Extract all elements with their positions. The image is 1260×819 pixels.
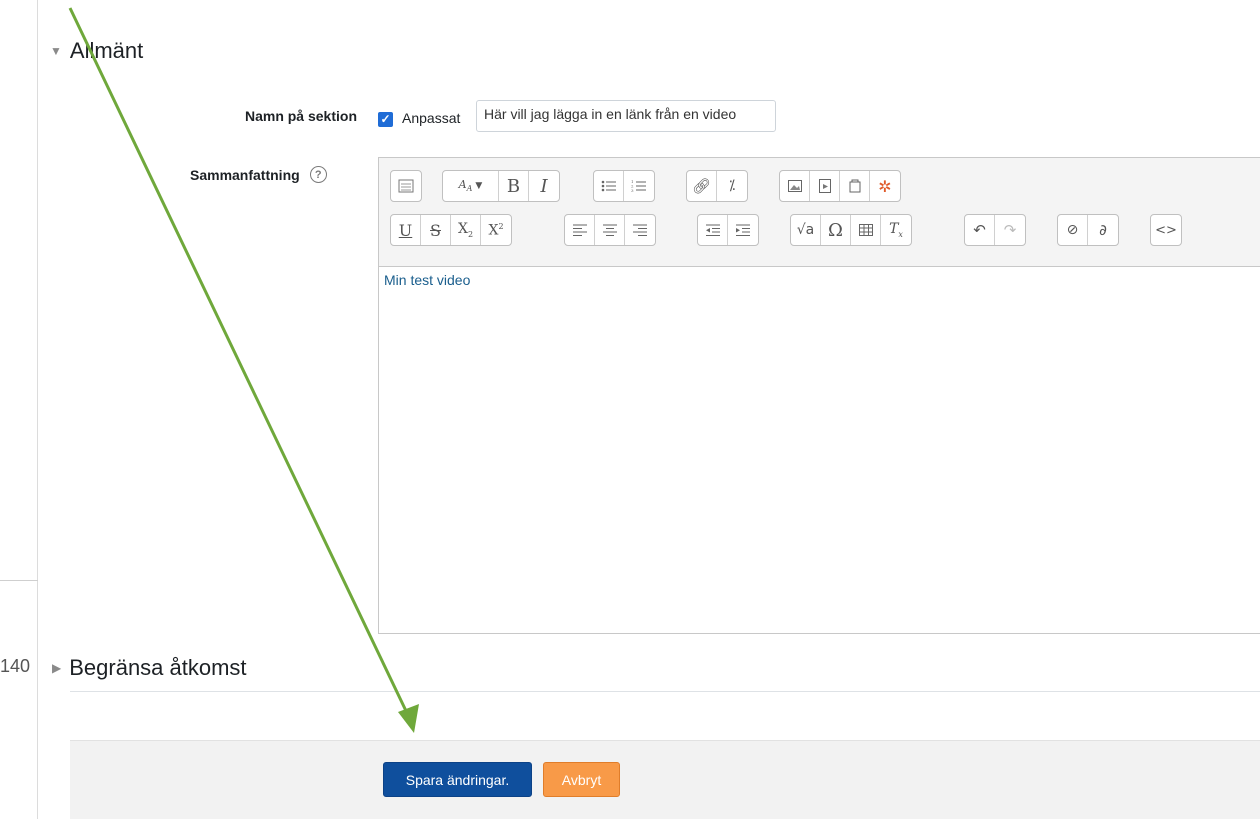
toolbar-group-style: AA ▼ B I <box>442 170 560 202</box>
clear-formatting-icon[interactable]: Tx <box>881 215 911 245</box>
form-footer <box>70 740 1260 819</box>
undo-icon[interactable]: ↶ <box>965 215 995 245</box>
indent-icon[interactable] <box>728 215 758 245</box>
special-character-icon[interactable]: Ω <box>821 215 851 245</box>
font-style-icon[interactable]: AA ▼ <box>443 171 499 201</box>
toolbar-group-links: 🔗︎ ⁒ <box>686 170 748 202</box>
section-title-restrict-access: Begränsa åtkomst <box>69 655 247 680</box>
section-name-label: Namn på sektion <box>244 108 357 124</box>
screenreader-helper-icon[interactable]: ∂ <box>1088 215 1118 245</box>
section-divider <box>70 691 1260 692</box>
ordered-list-icon[interactable]: 123 <box>624 171 654 201</box>
subscript-icon[interactable]: X2 <box>451 215 481 245</box>
summary-label: Sammanfattning <box>190 166 300 183</box>
section-title-general: Allmänt <box>69 38 144 63</box>
section-header-restrict-access[interactable]: ▶ Begränsa åtkomst <box>52 655 247 681</box>
left-panel-divider <box>0 580 38 581</box>
superscript-icon[interactable]: X2 <box>481 215 511 245</box>
toolbar-group-media: ✲ <box>779 170 901 202</box>
underline-icon[interactable]: U <box>391 215 421 245</box>
toolbar-group-align <box>564 214 656 246</box>
toolbar-group-accessibility: ⊘ ∂ <box>1057 214 1119 246</box>
italic-icon[interactable]: I <box>529 171 559 201</box>
table-icon[interactable] <box>851 215 881 245</box>
section-name-input[interactable]: Här vill jag lägga in en länk från en vi… <box>476 100 776 132</box>
strikethrough-icon[interactable]: S <box>421 215 451 245</box>
summary-editor[interactable]: AA ▼ B I 123 🔗︎ ⁒ ✲ U S X2 X2 √a Ω Tx ↶ … <box>378 157 1260 634</box>
expand-triangle-icon[interactable]: ▶ <box>52 661 61 675</box>
toolbar-group-html: <> <box>1150 214 1182 246</box>
summary-label-wrap: Sammanfattning ? <box>190 166 327 183</box>
cancel-button[interactable]: Avbryt <box>543 762 620 797</box>
h5p-icon[interactable]: ✲ <box>870 171 900 201</box>
collapse-triangle-icon[interactable]: ▼ <box>50 44 62 58</box>
section-header-general[interactable]: ▼ Allmänt <box>50 38 143 64</box>
custom-name-checkbox[interactable]: ✓ <box>378 112 393 127</box>
toolbar-group-indent <box>697 214 759 246</box>
svg-text:3: 3 <box>631 188 634 193</box>
toolbar-group-text-format: U S X2 X2 <box>390 214 512 246</box>
show-more-icon[interactable] <box>391 171 421 201</box>
custom-name-checkbox-label: Anpassat <box>402 110 461 126</box>
html-icon[interactable]: <> <box>1151 215 1181 245</box>
annotation-arrow-head <box>398 704 419 733</box>
bold-icon[interactable]: B <box>499 171 529 201</box>
align-left-icon[interactable] <box>565 215 595 245</box>
editor-content-area[interactable]: Min test video <box>379 268 1260 633</box>
image-icon[interactable] <box>780 171 810 201</box>
redo-icon[interactable]: ↷ <box>995 215 1025 245</box>
media-icon[interactable] <box>810 171 840 201</box>
unordered-list-icon[interactable] <box>594 171 624 201</box>
manage-files-icon[interactable] <box>840 171 870 201</box>
truncated-left-text: 140 <box>0 656 31 676</box>
left-panel-strip <box>0 0 38 819</box>
editor-toolbar: AA ▼ B I 123 🔗︎ ⁒ ✲ U S X2 X2 √a Ω Tx ↶ … <box>379 158 1260 267</box>
save-changes-button[interactable]: Spara ändringar. <box>383 762 532 797</box>
equation-icon[interactable]: √a <box>791 215 821 245</box>
help-icon[interactable]: ? <box>309 166 327 183</box>
accessibility-checker-icon[interactable]: ⊘ <box>1058 215 1088 245</box>
toolbar-group-lists: 123 <box>593 170 655 202</box>
align-center-icon[interactable] <box>595 215 625 245</box>
toolbar-group-insert: √a Ω Tx <box>790 214 912 246</box>
align-right-icon[interactable] <box>625 215 655 245</box>
toolbar-group-history: ↶ ↷ <box>964 214 1026 246</box>
link-icon[interactable]: 🔗︎ <box>687 171 717 201</box>
unlink-icon[interactable]: ⁒ <box>717 171 747 201</box>
left-panel-border <box>37 0 38 819</box>
outdent-icon[interactable] <box>698 215 728 245</box>
toolbar-group-more <box>390 170 422 202</box>
